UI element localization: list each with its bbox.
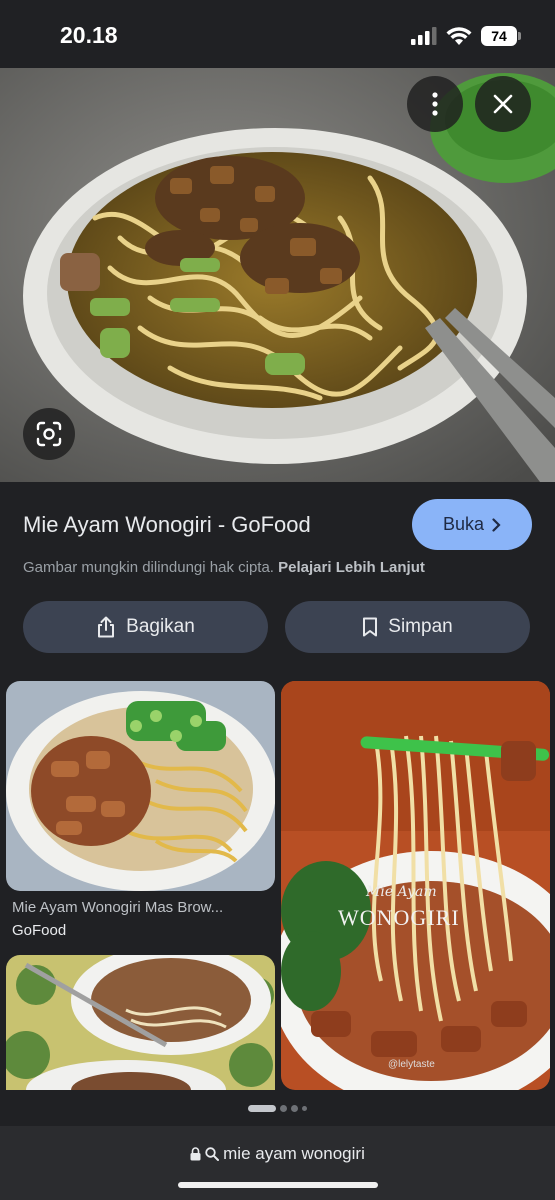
lens-search-button[interactable] xyxy=(23,408,75,460)
hero-image[interactable] xyxy=(0,68,555,482)
page-dot xyxy=(291,1104,298,1112)
page-dot-active xyxy=(248,1104,276,1112)
overlay-title-text: WONOGIRI xyxy=(338,905,460,930)
noodle-bowl-photo xyxy=(0,68,555,482)
save-button[interactable]: Simpan xyxy=(285,601,530,653)
close-button[interactable] xyxy=(475,76,531,132)
overlay-handle-text: @lelytaste xyxy=(388,1059,435,1070)
lock-icon xyxy=(190,1147,201,1161)
cellular-signal-icon xyxy=(411,27,437,45)
more-options-button[interactable] xyxy=(407,76,463,132)
learn-more-link[interactable]: Pelajari Lebih Lanjut xyxy=(278,559,425,576)
wifi-icon xyxy=(446,26,472,45)
home-indicator[interactable] xyxy=(178,1182,378,1188)
related-item-title[interactable]: Mie Ayam Wonogiri Mas Brow... xyxy=(12,899,223,916)
related-image-2[interactable] xyxy=(6,955,275,1090)
address-text: mie ayam wonogiri xyxy=(223,1144,365,1163)
related-image-wonogiri[interactable]: Mie Ayam WONOGIRI @lelytaste xyxy=(281,681,550,1090)
overlay-script-text: Mie Ayam xyxy=(366,884,437,900)
chevron-right-icon xyxy=(492,517,501,532)
status-time: 20.18 xyxy=(60,22,118,48)
status-bar: 20.18 74 xyxy=(0,0,555,68)
related-image-mas-brow[interactable] xyxy=(6,681,275,891)
copyright-text: Gambar mungkin dilindungi hak cipta. xyxy=(23,559,274,576)
result-info: Mie Ayam Wonogiri - GoFood Buka Gambar m… xyxy=(0,482,555,680)
address-field[interactable]: mie ayam wonogiri xyxy=(0,1144,555,1164)
share-icon xyxy=(98,616,115,638)
related-item-source: GoFood xyxy=(12,922,67,939)
google-lens-icon xyxy=(36,421,62,447)
bookmark-icon xyxy=(363,617,378,637)
search-icon xyxy=(205,1147,220,1161)
close-icon xyxy=(493,94,513,114)
noodle-plate-thumbnail xyxy=(6,955,275,1090)
battery-level: 74 xyxy=(491,28,507,44)
copyright-notice: Gambar mungkin dilindungi hak cipta. Pel… xyxy=(23,559,425,576)
page-dot xyxy=(302,1105,307,1111)
save-button-label: Simpan xyxy=(388,616,453,637)
status-icons: 74 xyxy=(411,26,521,46)
page-dot xyxy=(280,1104,287,1112)
browser-address-bar[interactable]: mie ayam wonogiri xyxy=(0,1126,555,1200)
result-title[interactable]: Mie Ayam Wonogiri - GoFood xyxy=(23,512,311,538)
share-button-label: Bagikan xyxy=(126,616,195,637)
more-vert-icon xyxy=(432,92,438,116)
open-button[interactable]: Buka xyxy=(412,499,532,550)
noodle-bowl-thumbnail xyxy=(6,681,275,891)
battery-indicator: 74 xyxy=(481,26,521,46)
related-images-grid: Mie Ayam Wonogiri Mas Brow... GoFood Mie… xyxy=(0,680,555,1090)
page-indicator xyxy=(0,1090,555,1126)
share-button[interactable]: Bagikan xyxy=(23,601,268,653)
open-button-label: Buka xyxy=(442,514,485,534)
